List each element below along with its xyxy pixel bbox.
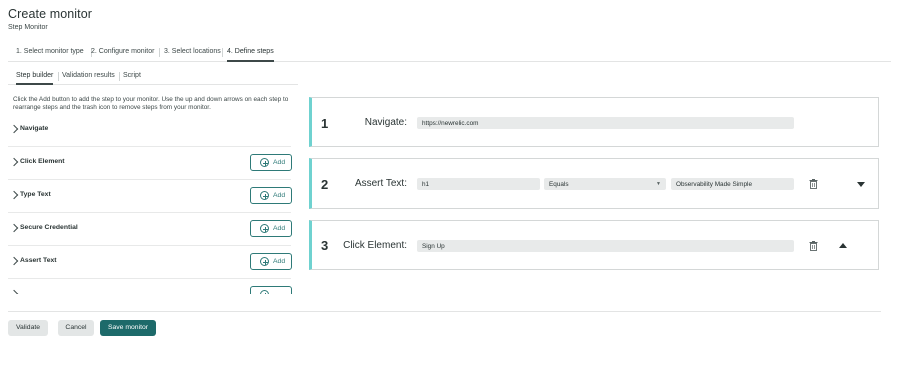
add-button-label: Add [273, 258, 286, 265]
chevron-down-icon: ▼ [656, 181, 661, 187]
plus-circle-icon [260, 257, 269, 266]
list-item-label: Secure Credential [20, 224, 78, 231]
tab-step-builder[interactable]: Step builder [16, 72, 54, 85]
validate-button[interactable]: Validate [8, 320, 48, 336]
cancel-button[interactable]: Cancel [58, 320, 94, 336]
step-card-navigate: 1 Navigate: https://newrelic.com [309, 97, 879, 147]
wizard-step-configure[interactable]: 2. Configure monitor [91, 48, 154, 55]
list-item-type-text[interactable]: Type Text Add [8, 180, 292, 213]
add-button[interactable]: Add [250, 187, 292, 204]
step-type-list[interactable]: Navigate Click Element Add Type Text Add… [8, 114, 299, 294]
wizard-step-select-type[interactable]: 1. Select monitor type [16, 48, 84, 55]
page-title: Create monitor [8, 7, 93, 21]
chevron-right-icon[interactable] [9, 190, 19, 200]
step-number: 2 [321, 177, 329, 192]
step-number: 1 [321, 116, 329, 131]
page-subtitle: Step Monitor [8, 24, 48, 31]
list-item-label: Type Text [20, 191, 51, 198]
list-item-click-element[interactable]: Click Element Add [8, 147, 292, 180]
add-button-label: Add [273, 159, 286, 166]
footer-divider [8, 311, 881, 312]
chevron-right-icon[interactable] [9, 124, 19, 134]
tab-script[interactable]: Script [123, 72, 141, 79]
list-item-secure-credential[interactable]: Secure Credential Add [8, 213, 292, 246]
selector-input[interactable]: Sign Up [417, 240, 794, 252]
plus-circle-icon [260, 290, 269, 294]
plus-circle-icon [260, 191, 269, 200]
add-button[interactable]: Add [250, 253, 292, 270]
wizard-divider [222, 48, 223, 57]
list-item-navigate[interactable]: Navigate [8, 114, 291, 147]
tab-validation-results[interactable]: Validation results [62, 72, 115, 79]
chevron-right-icon[interactable] [9, 223, 19, 233]
wizard-divider [159, 48, 160, 57]
chevron-right-icon[interactable] [9, 256, 19, 266]
add-button-label: Add [273, 192, 286, 199]
move-down-icon[interactable] [857, 182, 865, 187]
list-item-assert-text[interactable]: Assert Text Add [8, 246, 292, 279]
plus-circle-icon [260, 224, 269, 233]
selector-input[interactable]: h1 [417, 178, 540, 190]
step-number: 3 [321, 238, 329, 253]
add-button[interactable]: Add [250, 154, 292, 171]
list-item-label: Assert Text [20, 257, 57, 264]
comparison-select[interactable]: Equals ▼ [544, 178, 666, 190]
add-button[interactable] [250, 286, 292, 294]
tab-divider [58, 72, 59, 81]
add-button[interactable]: Add [250, 220, 292, 237]
list-item-label: Navigate [20, 125, 49, 132]
expected-text-input[interactable]: Observability Made Simple [671, 178, 794, 190]
trash-icon[interactable] [809, 241, 818, 251]
comparison-select-value: Equals [549, 180, 569, 188]
tab-divider [119, 72, 120, 81]
wizard-steps: 1. Select monitor type 2. Configure moni… [8, 44, 891, 62]
step-label: Click Element: [343, 240, 407, 251]
chevron-right-icon[interactable] [9, 157, 19, 167]
wizard-step-locations[interactable]: 3. Select locations [164, 48, 221, 55]
step-label: Navigate: [364, 117, 407, 128]
step-card-click-element: 3 Click Element: Sign Up [309, 220, 879, 270]
list-item-partial[interactable] [8, 279, 292, 294]
url-input[interactable]: https://newrelic.com [417, 117, 794, 129]
chevron-right-icon[interactable] [9, 289, 19, 294]
step-card-assert-text: 2 Assert Text: h1 Equals ▼ Observability… [309, 158, 879, 209]
list-item-label: Click Element [20, 158, 65, 165]
instructions-text: Click the Add button to add the step to … [13, 96, 289, 112]
trash-icon[interactable] [809, 179, 818, 189]
step-label: Assert Text: [354, 178, 407, 189]
subtabs: Step builder Validation results Script [8, 69, 298, 85]
wizard-step-define-steps[interactable]: 4. Define steps [227, 48, 274, 62]
move-up-icon[interactable] [839, 243, 847, 248]
save-monitor-button[interactable]: Save monitor [100, 320, 156, 336]
add-button-label: Add [273, 225, 286, 232]
plus-circle-icon [260, 158, 269, 167]
